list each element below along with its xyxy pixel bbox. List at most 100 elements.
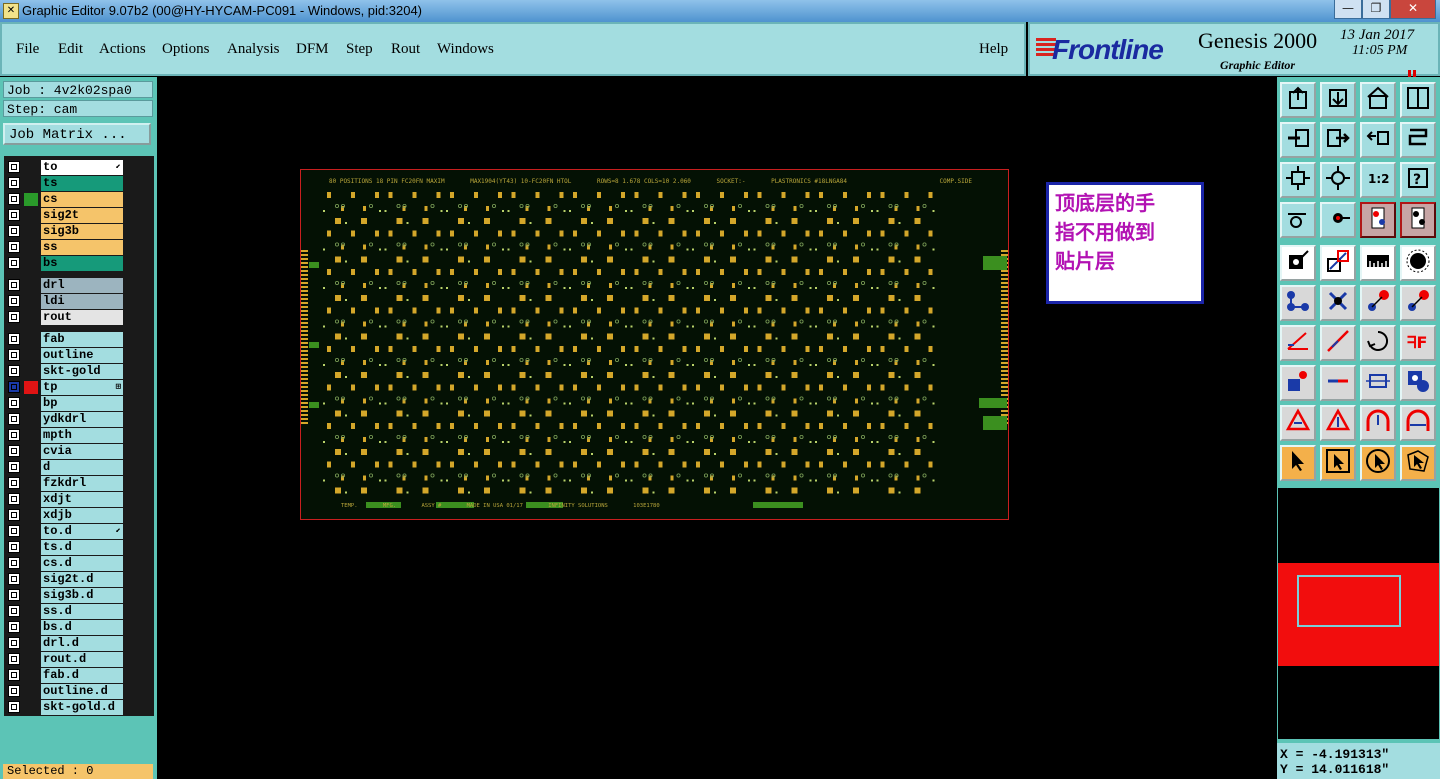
layer-name[interactable]: ydkdrl (41, 412, 123, 427)
layer-row-bp[interactable]: bp (4, 396, 124, 411)
cross-button[interactable] (1320, 285, 1356, 321)
layer-row-fab.d[interactable]: fab.d (4, 668, 124, 683)
layer-color-swatch[interactable] (24, 637, 38, 650)
center-button[interactable] (1360, 365, 1396, 401)
save-button[interactable] (1320, 82, 1356, 118)
layer-color-swatch[interactable] (24, 257, 38, 270)
close-button[interactable]: ✕ (1390, 0, 1436, 19)
layer-checkbox[interactable] (8, 161, 20, 173)
layer-name[interactable]: bp (41, 396, 123, 411)
layer-row-ldi[interactable]: ldi (4, 294, 124, 309)
layer-name[interactable]: sig3b.d (41, 588, 123, 603)
layer-checkbox[interactable] (8, 573, 20, 585)
layer-name[interactable]: bs.d (41, 620, 123, 635)
layer-name[interactable]: to ⬋ (41, 160, 123, 175)
layer-checkbox[interactable] (8, 669, 20, 681)
layer-row-xdjt[interactable]: xdjt (4, 492, 124, 507)
layer-color-swatch[interactable] (24, 397, 38, 410)
layer-name[interactable]: ts (41, 176, 123, 191)
layer-color-swatch[interactable] (24, 365, 38, 378)
open-job-button[interactable] (1280, 82, 1316, 118)
layer-display-button[interactable] (1360, 202, 1396, 238)
layer-checkbox[interactable] (8, 445, 20, 457)
minimize-button[interactable]: — (1334, 0, 1362, 19)
pause-icon[interactable] (1408, 65, 1418, 78)
layer-name[interactable]: outline.d (41, 684, 123, 699)
layer-name[interactable]: xdjt (41, 492, 123, 507)
select-polygon-button[interactable] (1400, 445, 1436, 481)
layer-name[interactable]: ss.d (41, 604, 123, 619)
layer-checkbox[interactable] (8, 685, 20, 697)
layer-checkbox[interactable] (8, 429, 20, 441)
layer-name[interactable]: sig2t.d (41, 572, 123, 587)
layer-checkbox[interactable] (8, 349, 20, 361)
layer-row-bs.d[interactable]: bs.d (4, 620, 124, 635)
layer-checkbox[interactable] (8, 177, 20, 189)
layer-checkbox[interactable] (8, 589, 20, 601)
connect-button[interactable] (1280, 285, 1316, 321)
pcb-board[interactable]: 80 POSITIONS 18 PIN FC20FN MAXIM MAX1904… (300, 169, 1009, 520)
layer-name[interactable]: rout (41, 310, 123, 325)
line-edit-button[interactable] (1320, 365, 1356, 401)
arc-up-button[interactable] (1360, 405, 1396, 441)
layer-checkbox[interactable] (8, 701, 20, 713)
overview-map[interactable] (1277, 487, 1440, 740)
layer-row-to.d[interactable]: to.d ⬋ (4, 524, 124, 539)
layer-checkbox[interactable] (8, 225, 20, 237)
layer-color-swatch[interactable] (24, 349, 38, 362)
layer-checkbox[interactable] (8, 397, 20, 409)
menu-edit[interactable]: Edit (58, 41, 83, 58)
layer-color-swatch[interactable] (24, 413, 38, 426)
move-pad-alt-button[interactable] (1400, 285, 1436, 321)
mirror-button[interactable]: ᖷF (1400, 325, 1436, 361)
layer-checkbox[interactable] (8, 413, 20, 425)
layer-color-swatch[interactable] (24, 381, 38, 394)
layer-row-xdjb[interactable]: xdjb (4, 508, 124, 523)
layer-checkbox[interactable] (8, 621, 20, 633)
menu-file[interactable]: File (16, 41, 39, 58)
layer-name[interactable]: rout.d (41, 652, 123, 667)
layer-row-ts[interactable]: ts (4, 176, 124, 191)
triangle-up-button[interactable] (1320, 405, 1356, 441)
layer-name[interactable]: outline (41, 348, 123, 363)
layer-name[interactable]: tp ⊞ (41, 380, 123, 395)
menu-rout[interactable]: Rout (391, 41, 420, 58)
window-split-button[interactable] (1400, 82, 1436, 118)
layer-row-skt-gold[interactable]: skt-gold (4, 364, 124, 379)
layer-row-drl.d[interactable]: drl.d (4, 636, 124, 651)
layer-color-swatch[interactable] (24, 493, 38, 506)
layer-color-swatch[interactable] (24, 541, 38, 554)
scale-1-2-button[interactable]: 1:2 (1360, 162, 1396, 198)
layer-name[interactable]: xdjb (41, 508, 123, 523)
graphic-canvas[interactable]: 80 POSITIONS 18 PIN FC20FN MAXIM MAX1904… (157, 77, 1277, 779)
layer-name[interactable]: cs.d (41, 556, 123, 571)
menu-options[interactable]: Options (162, 41, 210, 58)
layer-row-fab[interactable]: fab (4, 332, 124, 347)
select-pointer-button[interactable] (1280, 445, 1316, 481)
layer-name[interactable]: ts.d (41, 540, 123, 555)
layer-color-swatch[interactable] (24, 241, 38, 254)
layer-checkbox[interactable] (8, 333, 20, 345)
layer-name[interactable]: mpth (41, 428, 123, 443)
layer-name[interactable]: sig3b (41, 224, 123, 239)
layer-color-swatch[interactable] (24, 279, 38, 292)
zoom-fit-button[interactable] (1280, 162, 1316, 198)
layer-row-fzkdrl[interactable]: fzkdrl (4, 476, 124, 491)
layer-color-swatch[interactable] (24, 445, 38, 458)
layer-checkbox[interactable] (8, 653, 20, 665)
angle-button[interactable] (1280, 325, 1316, 361)
rotate-button[interactable] (1360, 325, 1396, 361)
layer-color-swatch[interactable] (24, 209, 38, 222)
layer-color-swatch[interactable] (24, 477, 38, 490)
menu-dfm[interactable]: DFM (296, 41, 329, 58)
layer-checkbox[interactable] (8, 541, 20, 553)
layer-name[interactable]: skt-gold (41, 364, 123, 379)
redo-button[interactable] (1400, 122, 1436, 158)
layer-row-cvia[interactable]: cvia (4, 444, 124, 459)
layer-name[interactable]: fab.d (41, 668, 123, 683)
layer-checkbox[interactable] (8, 525, 20, 537)
layer-row-tp[interactable]: tp ⊞ (4, 380, 124, 395)
undo-button[interactable] (1360, 122, 1396, 158)
layer-color-swatch[interactable] (24, 225, 38, 238)
layer-display-alt-button[interactable] (1400, 202, 1436, 238)
